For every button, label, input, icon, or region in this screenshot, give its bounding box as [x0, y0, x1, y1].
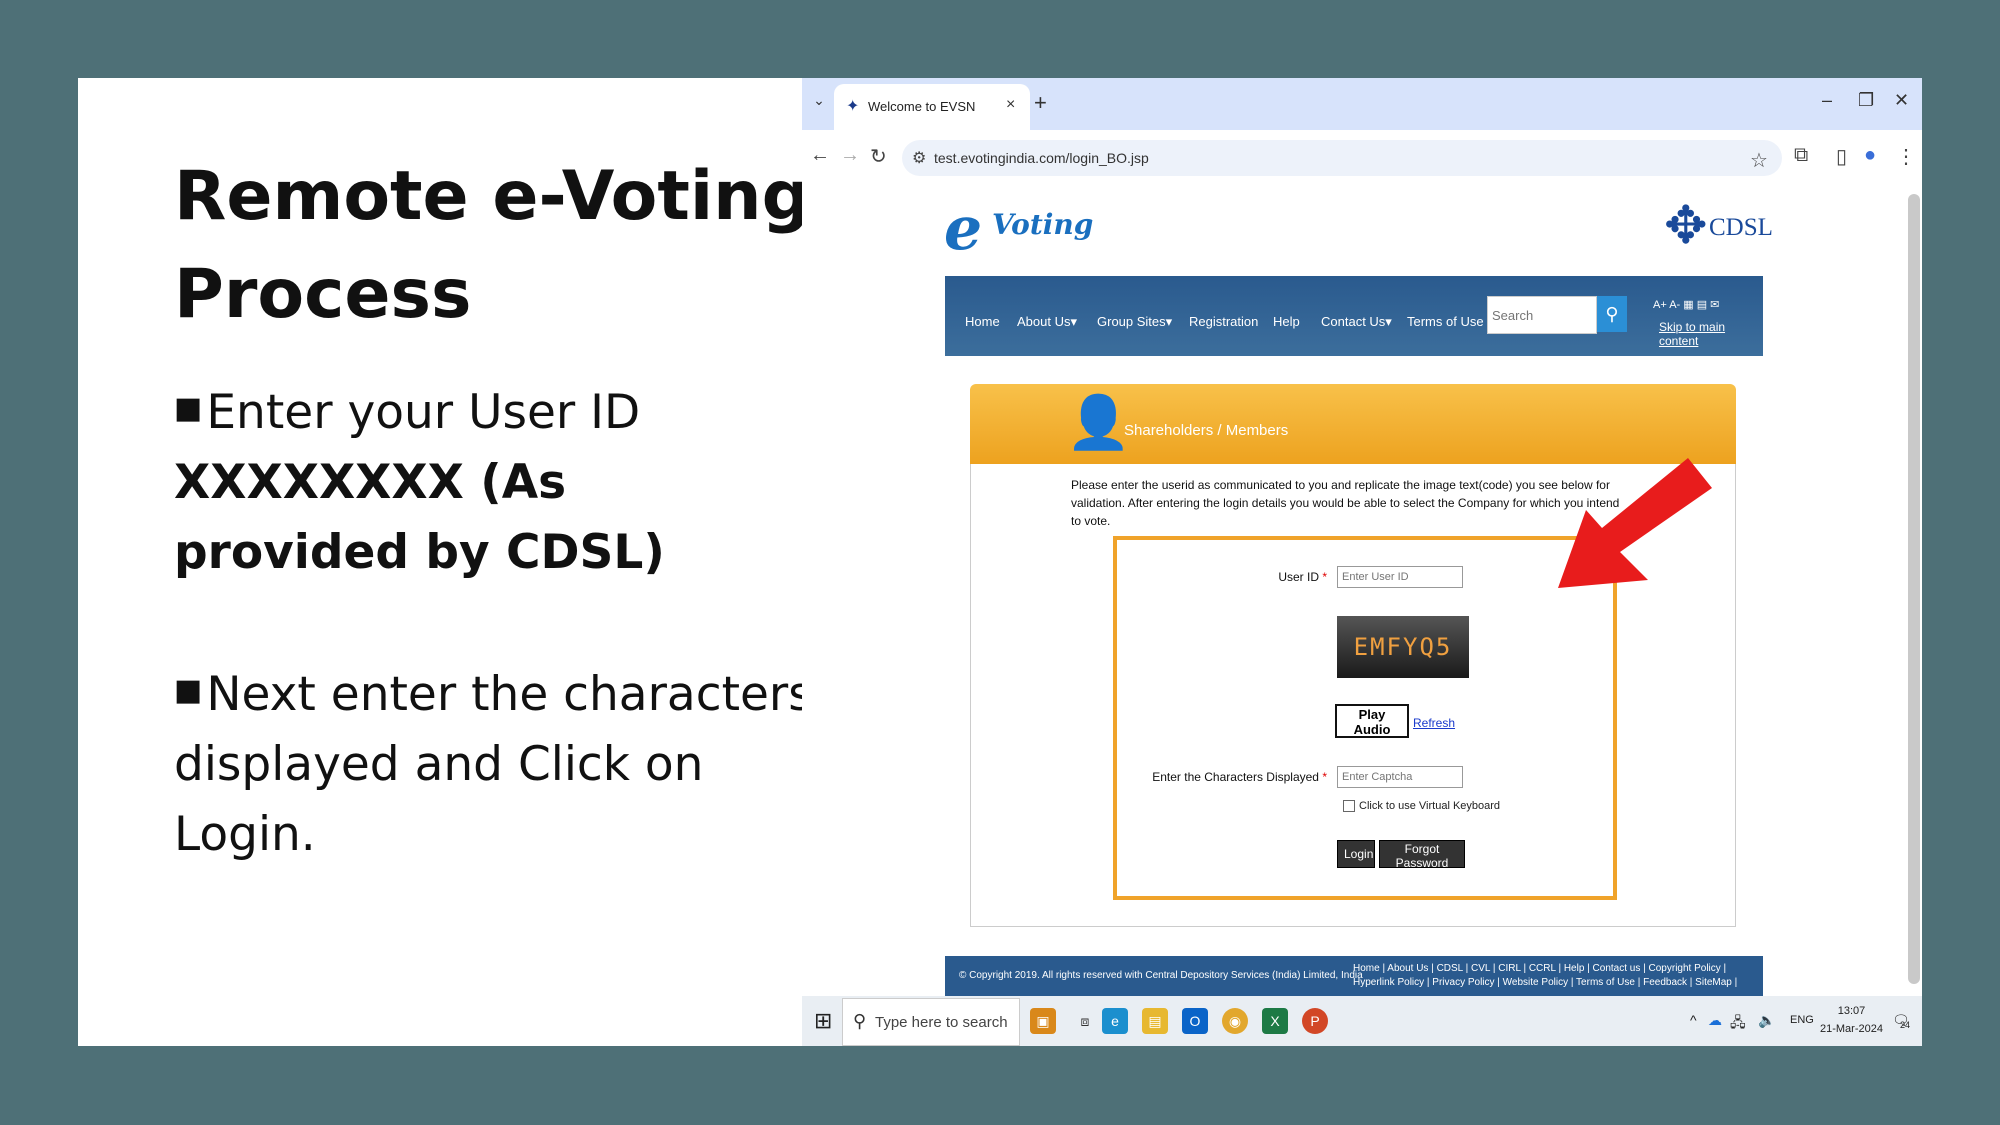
slide-title: Remote e-Voting Process	[174, 148, 814, 344]
taskbar-clock[interactable]: 13:07 21-Mar-2024	[1820, 1002, 1883, 1038]
bullet2-text: Next enter the characters displayed and …	[174, 667, 813, 862]
bullet-user-id: ■Enter your User ID XXXXXXXX (As provide…	[174, 374, 814, 588]
browser-window: ⌄ ✦ Welcome to EVSN × + – ❐ ✕ ← → ↻ ⚙ te…	[802, 78, 1922, 1046]
powerpoint-icon[interactable]: P	[1302, 1008, 1328, 1034]
volume-icon[interactable]: 🔈	[1758, 1012, 1775, 1029]
bullet-characters: ■Next enter the characters displayed and…	[174, 656, 814, 870]
slide-title-line2: Process	[174, 255, 472, 334]
search-icon: ⚲	[853, 1011, 867, 1031]
slide-title-line1: Remote e-Voting	[174, 157, 811, 236]
outlook-icon[interactable]: O	[1182, 1008, 1208, 1034]
bullet-square-icon: ■	[174, 673, 203, 708]
bullet-square-icon: ■	[174, 391, 203, 426]
windows-taskbar: ⊞ ⚲ Type here to search ▣ ⧈ e ▤ O ◉ X P …	[802, 996, 1922, 1046]
clock-time: 13:07	[1837, 1005, 1866, 1017]
bullet1-text: Enter your User ID	[206, 385, 641, 440]
notification-count: 24	[1900, 1020, 1911, 1030]
tray-chevron-icon[interactable]: ^	[1690, 1012, 1697, 1028]
task-view-icon[interactable]: ⧈	[1072, 1008, 1098, 1034]
network-icon[interactable]: 🖧	[1730, 1012, 1746, 1036]
language-indicator[interactable]: ENG	[1790, 1014, 1814, 1026]
briefcase-icon[interactable]: ▣	[1030, 1008, 1056, 1034]
onedrive-icon[interactable]: ☁	[1708, 1012, 1722, 1029]
taskbar-search[interactable]: ⚲ Type here to search	[842, 998, 1020, 1046]
red-arrow-icon	[1558, 458, 1712, 588]
clock-date: 21-Mar-2024	[1820, 1023, 1883, 1035]
bullet1-bold: XXXXXXXX (As provided by CDSL)	[174, 455, 665, 580]
chrome-icon[interactable]: ◉	[1222, 1008, 1248, 1034]
file-explorer-icon[interactable]: ▤	[1142, 1008, 1168, 1034]
excel-icon[interactable]: X	[1262, 1008, 1288, 1034]
red-arrow-shape	[1558, 458, 1712, 588]
windows-start-icon[interactable]: ⊞	[814, 1008, 832, 1034]
taskbar-search-text: Type here to search	[875, 1014, 1008, 1031]
edge-icon[interactable]: e	[1102, 1008, 1128, 1034]
